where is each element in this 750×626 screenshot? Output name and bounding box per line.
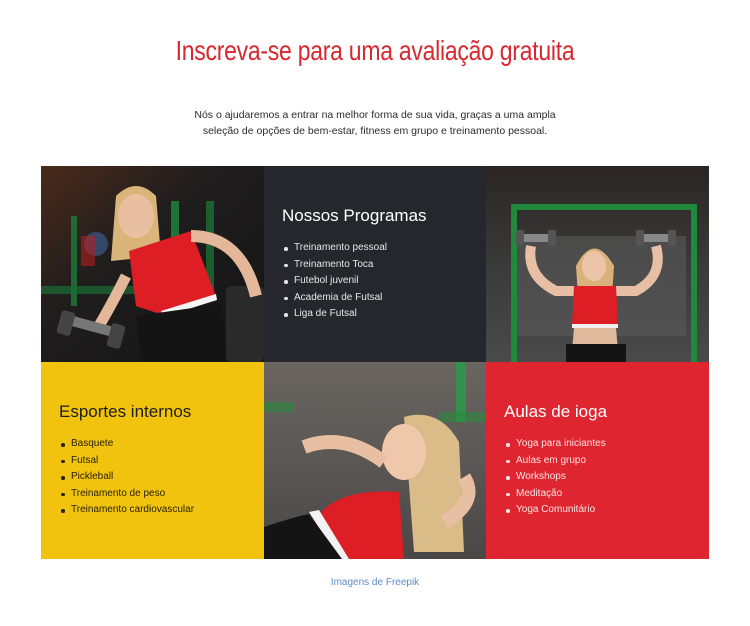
list-item: Futsal: [59, 453, 194, 470]
indoor-sports-list: Basquete Futsal Pickleball Treinamento d…: [59, 436, 194, 519]
list-item: Aulas em grupo: [504, 453, 606, 470]
woman-shoulder-press-photo: [486, 166, 709, 362]
card-title: Aulas de ioga: [504, 402, 608, 421]
list-item: Yoga para iniciantes: [504, 436, 606, 453]
woman-situps-photo: [264, 362, 486, 559]
page-subtitle: Nós o ajudaremos a entrar na melhor form…: [194, 109, 556, 137]
list-item: Workshops: [504, 469, 606, 486]
yoga-classes-list: Yoga para iniciantes Aulas em grupo Work…: [504, 436, 606, 519]
list-item: Pickleball: [59, 469, 194, 486]
list-item: Liga de Futsal: [282, 306, 387, 323]
list-item: Futebol juvenil: [282, 273, 387, 290]
programs-list: Treinamento pessoal Treinamento Toca Fut…: [282, 240, 387, 323]
list-item: Treinamento Toca: [282, 257, 387, 274]
page-title: Inscreva-se para uma avaliação gratuita: [175, 35, 575, 66]
list-item: Basquete: [59, 436, 194, 453]
indoor-sports-card: Esportes internos Basquete Futsal Pickle…: [41, 362, 264, 559]
photo-image: [486, 166, 709, 362]
woman-dumbbell-bench-photo: [41, 166, 264, 362]
list-item: Meditação: [504, 486, 606, 503]
our-programs-card: Nossos Programas Treinamento pessoal Tre…: [264, 166, 486, 362]
card-title: Esportes internos: [59, 402, 192, 421]
photo-image: [41, 166, 264, 362]
photo-image: [264, 362, 486, 559]
list-item: Treinamento pessoal: [282, 240, 387, 257]
list-item: Academia de Futsal: [282, 290, 387, 307]
list-item: Treinamento de peso: [59, 486, 194, 503]
card-title: Nossos Programas: [282, 206, 427, 225]
programs-grid: Nossos Programas Treinamento pessoal Tre…: [41, 166, 709, 559]
list-item: Yoga Comunitário: [504, 502, 606, 519]
yoga-classes-card: Aulas de ioga Yoga para iniciantes Aulas…: [486, 362, 709, 559]
list-item: Treinamento cardiovascular: [59, 502, 194, 519]
freepik-credit-link[interactable]: Imagens de Freepik: [0, 577, 750, 588]
